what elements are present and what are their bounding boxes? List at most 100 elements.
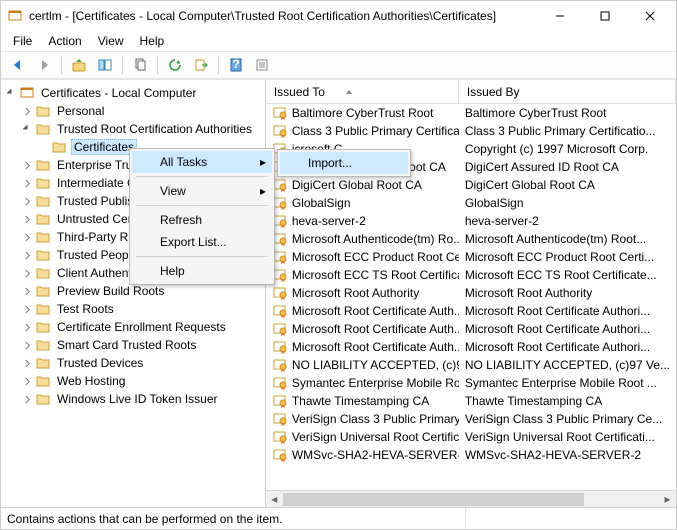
menu-view[interactable]: View	[90, 32, 132, 50]
expand-toggle[interactable]	[19, 229, 35, 245]
menu-file[interactable]: File	[5, 32, 40, 50]
export-button[interactable]	[190, 54, 212, 76]
table-row[interactable]: Microsoft Root Certificate Auth...Micros…	[266, 320, 676, 338]
menu-help[interactable]: Help	[132, 260, 272, 282]
expand-toggle[interactable]	[19, 373, 35, 389]
maximize-button[interactable]	[582, 2, 627, 30]
expand-toggle[interactable]	[19, 211, 35, 227]
tree-label: Windows Live ID Token Issuer	[55, 392, 220, 406]
table-row[interactable]: VeriSign Class 3 Public Primary ...VeriS…	[266, 410, 676, 428]
table-row[interactable]: Microsoft Authenticode(tm) Ro...Microsof…	[266, 230, 676, 248]
tree-root[interactable]: Certificates - Local Computer	[1, 84, 265, 102]
cell-issued-to: Symantec Enterprise Mobile Ro...	[266, 375, 459, 391]
status-cell-2	[465, 508, 670, 529]
expand-toggle[interactable]	[19, 265, 35, 281]
cell-issued-by: DigiCert Global Root CA	[459, 178, 676, 192]
expand-toggle[interactable]	[19, 175, 35, 191]
table-row[interactable]: Thawte Timestamping CAThawte Timestampin…	[266, 392, 676, 410]
menu-export-list[interactable]: Export List...	[132, 231, 272, 253]
menu-import[interactable]: Import...	[280, 152, 408, 174]
cell-text: DigiCert Assured ID Root CA	[465, 160, 619, 174]
help-button[interactable]: ?	[225, 54, 247, 76]
tree-item[interactable]: Trusted Root Certification Authorities	[1, 120, 265, 138]
horizontal-scrollbar[interactable]: ◂ ▸	[266, 490, 676, 507]
tree-item[interactable]: Personal	[1, 102, 265, 120]
cell-issued-to: Microsoft Root Authority	[266, 285, 459, 301]
refresh-button[interactable]	[164, 54, 186, 76]
scroll-right-icon[interactable]: ▸	[659, 491, 676, 508]
column-issued-to[interactable]: Issued To	[266, 80, 459, 103]
expand-toggle[interactable]	[19, 391, 35, 407]
table-row[interactable]: WMSvc-SHA2-HEVA-SERVER-2WMSvc-SHA2-HEVA-…	[266, 446, 676, 464]
expand-toggle[interactable]	[19, 247, 35, 263]
close-button[interactable]	[627, 2, 672, 30]
cell-issued-by: Microsoft Root Certificate Authori...	[459, 322, 676, 336]
menu-label: Export List...	[160, 235, 227, 249]
expand-toggle[interactable]	[19, 337, 35, 353]
toolbar-separator	[157, 56, 158, 74]
expand-toggle[interactable]	[19, 319, 35, 335]
menu-help[interactable]: Help	[132, 32, 173, 50]
cell-text: VeriSign Universal Root Certific...	[292, 430, 459, 444]
scroll-left-icon[interactable]: ◂	[266, 491, 283, 508]
table-row[interactable]: Microsoft Root Certificate Auth...Micros…	[266, 338, 676, 356]
table-row[interactable]: GlobalSignGlobalSign	[266, 194, 676, 212]
cell-text: GlobalSign	[292, 196, 351, 210]
cell-issued-to: GlobalSign	[266, 195, 459, 211]
column-issued-by[interactable]: Issued By	[459, 80, 676, 103]
content-area: Certificates - Local Computer PersonalTr…	[1, 79, 676, 507]
table-row[interactable]: Microsoft Root Certificate Auth...Micros…	[266, 302, 676, 320]
certificate-icon	[272, 447, 288, 463]
tree-item[interactable]: Certificate Enrollment Requests	[1, 318, 265, 336]
scope-tree[interactable]: Certificates - Local Computer PersonalTr…	[1, 80, 266, 507]
scroll-thumb[interactable]	[283, 493, 584, 506]
scroll-track[interactable]	[283, 491, 659, 507]
copy-button[interactable]	[129, 54, 151, 76]
table-row[interactable]: VeriSign Universal Root Certific...VeriS…	[266, 428, 676, 446]
table-row[interactable]: heva-server-2heva-server-2	[266, 212, 676, 230]
table-row[interactable]: Microsoft ECC TS Root Certifica...Micros…	[266, 266, 676, 284]
toolbar-separator	[122, 56, 123, 74]
mmc-window: certlm - [Certificates - Local Computer\…	[0, 0, 677, 530]
menu-view[interactable]: View ▸	[132, 180, 272, 202]
up-button[interactable]	[68, 54, 90, 76]
folder-icon	[35, 157, 51, 173]
expand-toggle[interactable]	[19, 157, 35, 173]
expand-toggle[interactable]	[19, 193, 35, 209]
cell-text: Symantec Enterprise Mobile Root ...	[465, 376, 657, 390]
result-list: Issued To Issued By Baltimore CyberTrust…	[266, 80, 676, 507]
cell-text: WMSvc-SHA2-HEVA-SERVER-2	[465, 448, 641, 462]
folder-icon	[35, 103, 51, 119]
back-button[interactable]	[7, 54, 29, 76]
table-row[interactable]: Microsoft Root AuthorityMicrosoft Root A…	[266, 284, 676, 302]
cell-issued-by: WMSvc-SHA2-HEVA-SERVER-2	[459, 448, 676, 462]
tree-item[interactable]: Smart Card Trusted Roots	[1, 336, 265, 354]
forward-button[interactable]	[33, 54, 55, 76]
table-row[interactable]: Class 3 Public Primary Certificat...Clas…	[266, 122, 676, 140]
expand-toggle[interactable]	[19, 121, 35, 137]
expand-toggle[interactable]	[3, 85, 19, 101]
table-row[interactable]: Baltimore CyberTrust RootBaltimore Cyber…	[266, 104, 676, 122]
menu-separator	[136, 256, 268, 257]
table-row[interactable]: NO LIABILITY ACCEPTED, (c)97 ...NO LIABI…	[266, 356, 676, 374]
cell-text: Thawte Timestamping CA	[292, 394, 429, 408]
tree-item[interactable]: Test Roots	[1, 300, 265, 318]
tree-label: Certificates - Local Computer	[39, 86, 198, 100]
list-header: Issued To Issued By	[266, 80, 676, 104]
menu-all-tasks[interactable]: All Tasks ▸	[132, 151, 272, 173]
expand-toggle[interactable]	[19, 283, 35, 299]
menu-refresh[interactable]: Refresh	[132, 209, 272, 231]
tree-item[interactable]: Trusted Devices	[1, 354, 265, 372]
tree-item[interactable]: Windows Live ID Token Issuer	[1, 390, 265, 408]
tree-item[interactable]: Web Hosting	[1, 372, 265, 390]
table-row[interactable]: DigiCert Global Root CADigiCert Global R…	[266, 176, 676, 194]
expand-toggle[interactable]	[19, 301, 35, 317]
properties-button[interactable]	[251, 54, 273, 76]
expand-toggle[interactable]	[19, 355, 35, 371]
table-row[interactable]: Symantec Enterprise Mobile Ro... Symantec…	[266, 374, 676, 392]
expand-toggle[interactable]	[19, 103, 35, 119]
show-hide-tree-button[interactable]	[94, 54, 116, 76]
menu-action[interactable]: Action	[40, 32, 89, 50]
minimize-button[interactable]	[537, 2, 582, 30]
table-row[interactable]: Microsoft ECC Product Root Ce...Microsof…	[266, 248, 676, 266]
